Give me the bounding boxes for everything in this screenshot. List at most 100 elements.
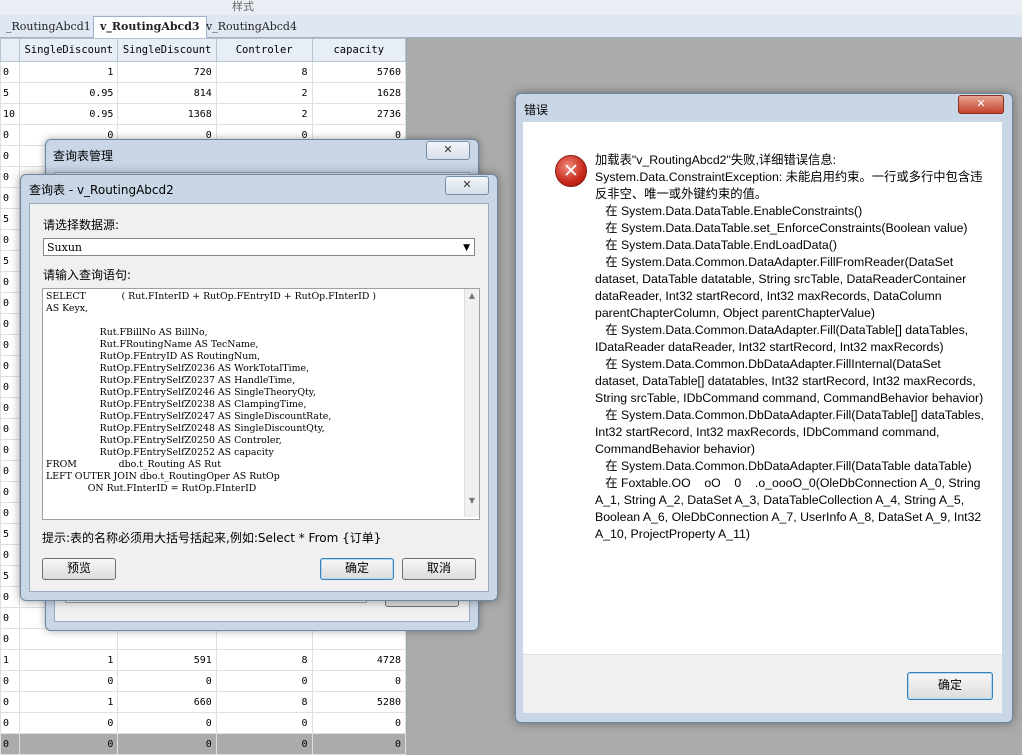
table-cell[interactable]: 5760 (311, 61, 407, 83)
table-cell[interactable]: 0 (0, 229, 21, 251)
col-header-singlediscount-2[interactable]: SingleDiscount (117, 38, 217, 62)
tab-routingabcd1[interactable]: _RoutingAbcd1 (0, 17, 97, 36)
table-row[interactable]: 10 0.95 1368 2 2736 (0, 103, 407, 125)
table-row[interactable]: 0 (0, 628, 407, 650)
tab-v-routingabcd3[interactable]: v_RoutingAbcd3 (93, 16, 207, 38)
table-cell[interactable]: 2 (215, 103, 313, 125)
table-cell[interactable]: 0.95 (19, 82, 119, 104)
table-cell[interactable]: 0 (117, 733, 217, 755)
table-cell[interactable]: 2 (215, 82, 313, 104)
table-cell[interactable] (117, 628, 217, 650)
table-row[interactable]: 00000 (0, 670, 407, 692)
table-cell[interactable]: 0 (0, 502, 21, 524)
sql-text[interactable]: SELECT ( Rut.FInterID + RutOp.FEntryID +… (43, 289, 479, 519)
table-row[interactable]: 5 0.95 814 2 1628 (0, 82, 407, 104)
ok-button[interactable]: 确定 (320, 558, 394, 580)
close-icon[interactable]: ✕ (426, 141, 470, 160)
chevron-down-icon[interactable]: ▼ (463, 239, 470, 257)
table-cell[interactable] (215, 628, 313, 650)
table-cell[interactable]: 0 (0, 124, 21, 146)
preview-button[interactable]: 预览 (42, 558, 116, 580)
table-cell[interactable]: 0 (0, 145, 21, 167)
table-row[interactable]: 1 1 591 8 4728 (0, 649, 407, 671)
table-cell[interactable]: 0 (19, 733, 119, 755)
table-cell[interactable]: 5 (0, 565, 21, 587)
table-cell[interactable]: 0 (0, 544, 21, 566)
table-cell[interactable]: 0 (0, 439, 21, 461)
table-row[interactable]: 00000 (0, 712, 407, 734)
table-cell[interactable]: 0 (117, 670, 217, 692)
cancel-button[interactable]: 取消 (402, 558, 476, 580)
top-strip: 样式 (0, 0, 1022, 16)
table-cell[interactable]: 0 (0, 61, 21, 83)
tab-v-routingabcd4[interactable]: v_RoutingAbcd4 (200, 17, 303, 36)
table-cell[interactable]: 0 (215, 733, 313, 755)
table-cell[interactable]: 4728 (311, 649, 407, 671)
table-cell[interactable]: 1 (19, 691, 119, 713)
table-cell[interactable]: 0 (0, 733, 21, 755)
table-cell[interactable]: 1628 (311, 82, 407, 104)
table-cell[interactable]: 0 (215, 670, 313, 692)
col-header-singlediscount[interactable]: SingleDiscount (19, 38, 119, 62)
table-cell[interactable]: 0 (0, 376, 21, 398)
table-cell[interactable]: 1 (19, 61, 119, 83)
table-cell[interactable]: 0 (0, 334, 21, 356)
table-cell[interactable]: 0 (311, 712, 407, 734)
ok-button[interactable]: 确定 (907, 672, 993, 700)
table-cell[interactable]: 1368 (117, 103, 217, 125)
table-cell[interactable]: 0 (0, 418, 21, 440)
table-cell[interactable]: 814 (117, 82, 217, 104)
table-cell[interactable]: 0 (215, 712, 313, 734)
table-cell[interactable]: 5280 (311, 691, 407, 713)
table-cell[interactable]: 0 (0, 313, 21, 335)
table-cell[interactable]: 8 (215, 691, 313, 713)
table-cell[interactable]: 591 (117, 649, 217, 671)
table-cell[interactable]: 0 (0, 586, 21, 608)
table-cell[interactable]: 2736 (311, 103, 407, 125)
table-cell[interactable]: 5 (0, 82, 21, 104)
close-icon[interactable]: ✕ (958, 95, 1004, 114)
close-icon[interactable]: ✕ (445, 176, 489, 195)
table-cell[interactable]: 0 (117, 712, 217, 734)
table-cell[interactable]: 660 (117, 691, 217, 713)
table-cell[interactable]: 0 (19, 712, 119, 734)
table-cell[interactable]: 8 (215, 649, 313, 671)
table-cell[interactable] (311, 628, 407, 650)
table-row[interactable]: 0 1 720 8 5760 (0, 61, 407, 83)
table-cell[interactable]: 0 (0, 607, 21, 629)
table-cell[interactable]: 720 (117, 61, 217, 83)
table-cell[interactable]: 0 (0, 292, 21, 314)
table-row[interactable]: 0 1 660 8 5280 (0, 691, 407, 713)
col-header-rownum[interactable] (0, 38, 21, 62)
data-source-select[interactable]: Suxun ▼ (43, 238, 475, 256)
table-cell[interactable]: 0 (0, 187, 21, 209)
table-cell[interactable]: 5 (0, 208, 21, 230)
table-cell[interactable] (19, 628, 119, 650)
table-cell[interactable]: 10 (0, 103, 21, 125)
table-cell[interactable]: 0 (0, 628, 21, 650)
table-cell[interactable]: 5 (0, 523, 21, 545)
table-cell[interactable]: 0 (0, 355, 21, 377)
table-cell[interactable]: 1 (19, 649, 119, 671)
table-cell[interactable]: 5 (0, 250, 21, 272)
table-cell[interactable]: 1 (0, 649, 21, 671)
table-cell[interactable]: 8 (215, 61, 313, 83)
table-row[interactable]: 00000 (0, 733, 407, 755)
data-source-value: Suxun (47, 241, 82, 254)
table-cell[interactable]: 0 (0, 712, 21, 734)
table-cell[interactable]: 0 (19, 670, 119, 692)
table-cell[interactable]: 0 (0, 481, 21, 503)
table-cell[interactable]: 0.95 (19, 103, 119, 125)
table-cell[interactable]: 0 (0, 271, 21, 293)
sql-scrollbar[interactable]: ▲ ▼ (464, 289, 479, 517)
table-cell[interactable]: 0 (0, 670, 21, 692)
table-cell[interactable]: 0 (311, 670, 407, 692)
col-header-controler[interactable]: Controler (215, 38, 313, 62)
table-cell[interactable]: 0 (0, 460, 21, 482)
table-cell[interactable]: 0 (0, 397, 21, 419)
sql-editor[interactable]: SELECT ( Rut.FInterID + RutOp.FEntryID +… (42, 288, 480, 520)
table-cell[interactable]: 0 (311, 733, 407, 755)
col-header-capacity[interactable]: capacity (311, 38, 407, 62)
table-cell[interactable]: 0 (0, 691, 21, 713)
table-cell[interactable]: 0 (0, 166, 21, 188)
